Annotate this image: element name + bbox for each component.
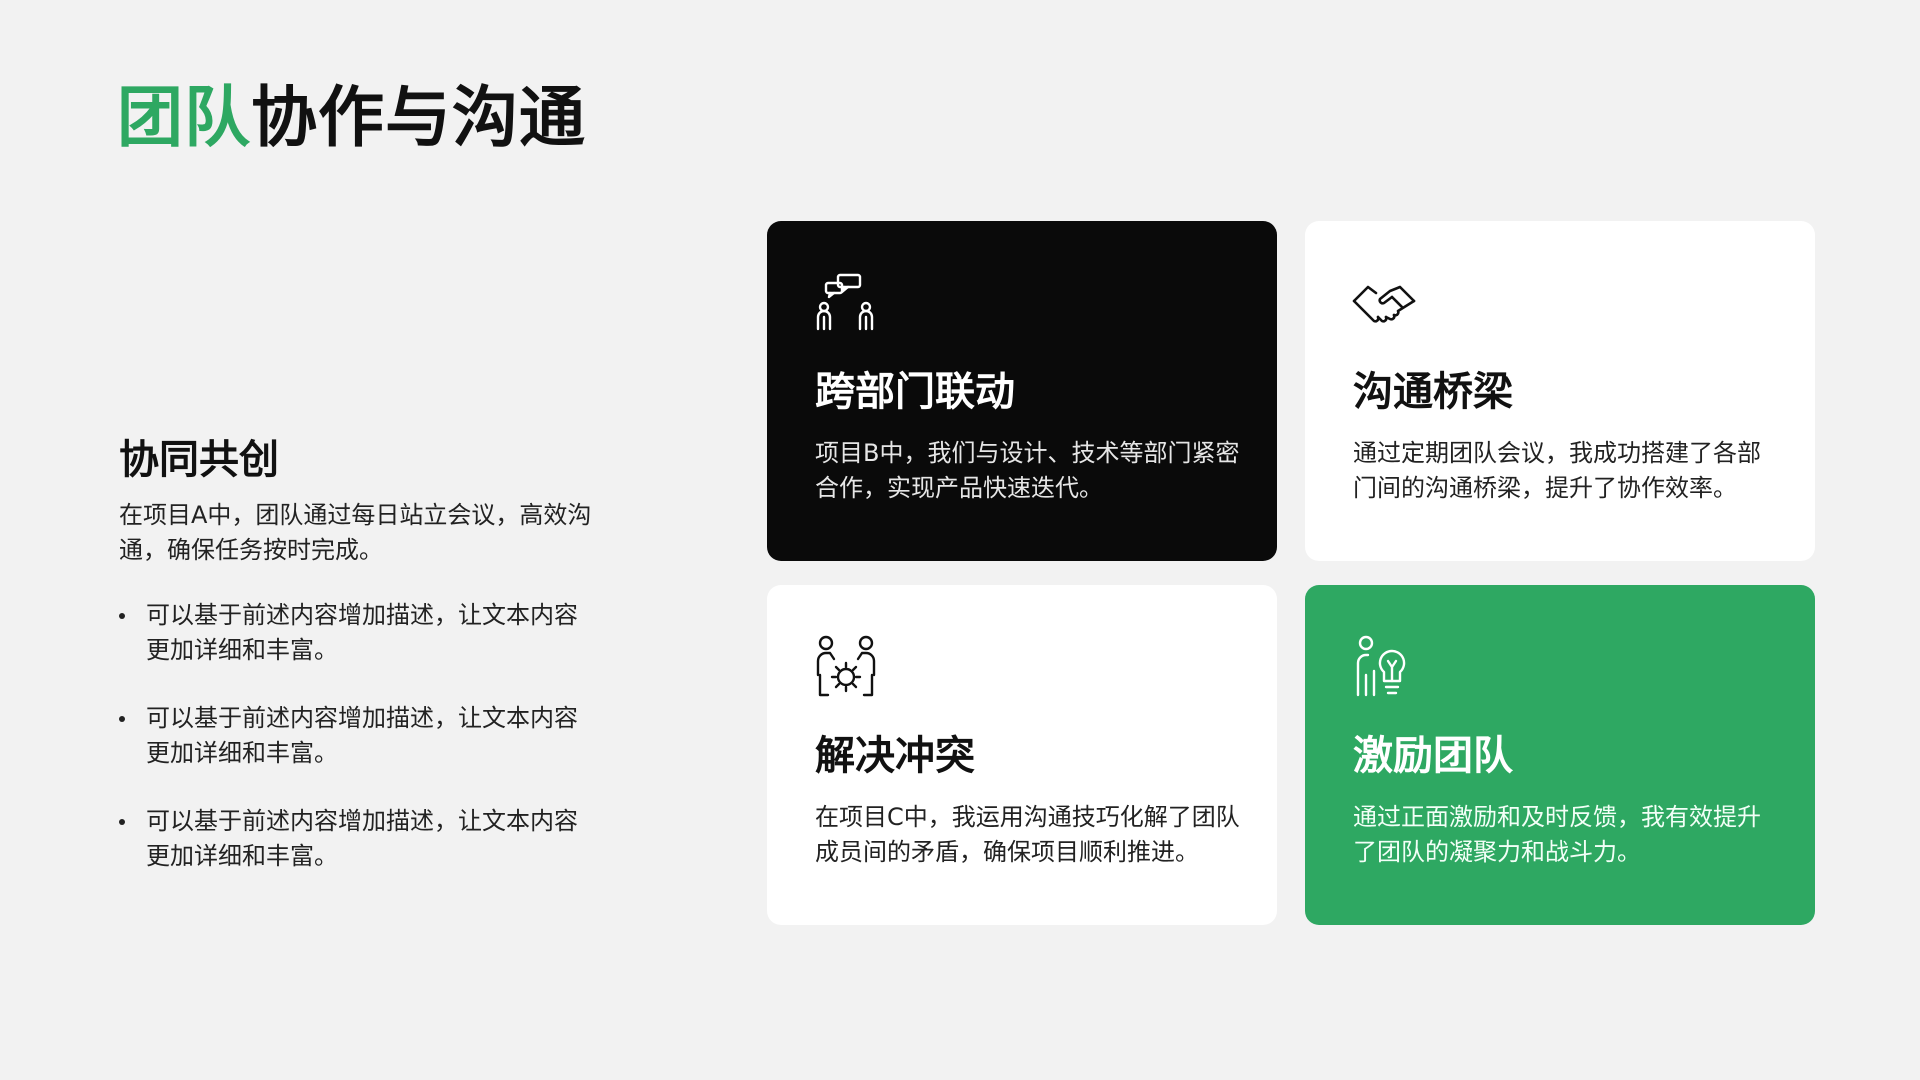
- team-gear-icon: [814, 635, 878, 699]
- bullet-text: 可以基于前述内容增加描述，让文本内容更加详细和丰富。: [146, 704, 578, 767]
- bullet-item: 可以基于前述内容增加描述，让文本内容更加详细和丰富。: [119, 804, 599, 874]
- card-description: 通过定期团队会议，我成功搭建了各部门间的沟通桥梁，提升了协作效率。: [1353, 439, 1761, 502]
- left-column: 协同共创 在项目A中，团队通过每日站立会议，高效沟通，确保任务按时完成。 可以基…: [119, 432, 599, 907]
- card-description: 在项目C中，我运用沟通技巧化解了团队成员间的矛盾，确保项目顺利推进。: [815, 803, 1240, 866]
- page-title: 团队协作与沟通: [117, 78, 586, 158]
- bullet-dot: [119, 819, 125, 825]
- card-resolve-conflict: 解决冲突 在项目C中，我运用沟通技巧化解了团队成员间的矛盾，确保项目顺利推进。: [767, 585, 1277, 925]
- card-cross-department: 跨部门联动 项目B中，我们与设计、技术等部门紧密合作，实现产品快速迭代。: [767, 221, 1277, 561]
- page-title-accent: 团队: [117, 79, 251, 156]
- bullet-item: 可以基于前述内容增加描述，让文本内容更加详细和丰富。: [119, 701, 599, 771]
- section-heading: 协同共创: [119, 437, 279, 483]
- bullet-text: 可以基于前述内容增加描述，让文本内容更加详细和丰富。: [146, 807, 578, 870]
- card-description: 项目B中，我们与设计、技术等部门紧密合作，实现产品快速迭代。: [815, 439, 1240, 502]
- bullet-text: 可以基于前述内容增加描述，让文本内容更加详细和丰富。: [146, 601, 578, 664]
- card-communication-bridge: 沟通桥梁 通过定期团队会议，我成功搭建了各部门间的沟通桥梁，提升了协作效率。: [1305, 221, 1815, 561]
- bullet-list: 可以基于前述内容增加描述，让文本内容更加详细和丰富。 可以基于前述内容增加描述，…: [119, 598, 599, 874]
- team-discussion-icon: [814, 271, 878, 335]
- bullet-dot: [119, 613, 125, 619]
- bullet-dot: [119, 716, 125, 722]
- card-description: 通过正面激励和及时反馈，我有效提升了团队的凝聚力和战斗力。: [1353, 803, 1761, 866]
- section-description: 在项目A中，团队通过每日站立会议，高效沟通，确保任务按时完成。: [119, 501, 592, 564]
- card-motivate-team: 激励团队 通过正面激励和及时反馈，我有效提升了团队的凝聚力和战斗力。: [1305, 585, 1815, 925]
- card-title: 沟通桥梁: [1353, 369, 1513, 415]
- card-title: 解决冲突: [815, 733, 975, 779]
- card-title: 激励团队: [1353, 733, 1513, 779]
- idea-person-icon: [1352, 635, 1416, 699]
- page-title-rest: 协作与沟通: [251, 79, 586, 156]
- handshake-icon: [1352, 271, 1416, 335]
- card-title: 跨部门联动: [815, 369, 1015, 415]
- bullet-item: 可以基于前述内容增加描述，让文本内容更加详细和丰富。: [119, 598, 599, 668]
